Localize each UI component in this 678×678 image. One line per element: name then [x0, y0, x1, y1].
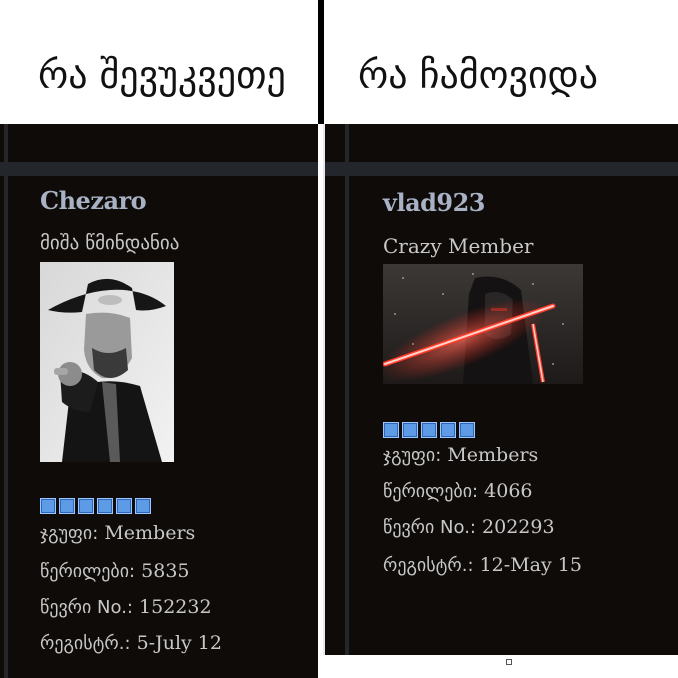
panel-header-bar [325, 162, 678, 176]
right-member-no-row: წევრი No.: 202293 [383, 516, 555, 538]
rank-pip [459, 422, 475, 438]
posts-value: 4066 [484, 480, 533, 502]
rank-pip [402, 422, 418, 438]
biker-portrait-avatar[interactable] [40, 262, 174, 462]
registered-value: 5-July 12 [136, 632, 222, 654]
posts-label: წერილები: [383, 481, 479, 502]
left-rank-pips [40, 498, 151, 514]
member-no-label: წევრი No.: [383, 517, 476, 538]
registered-label: რეგისტრ.: [383, 555, 474, 576]
posts-label: წერილები: [40, 561, 136, 582]
kylo-ren-lightsaber-avatar[interactable] [383, 264, 583, 384]
right-rank-pips [383, 422, 475, 438]
rank-pip [421, 422, 437, 438]
group-value: Members [447, 444, 539, 466]
left-caption: რა შევუკვეთე [38, 53, 286, 97]
left-user-title: მიშა წმინდანია [40, 232, 180, 254]
rank-pip [40, 498, 56, 514]
group-label: ჯგუფი: [40, 523, 99, 544]
panel-border-line [345, 124, 349, 655]
member-no-value: 202293 [482, 516, 555, 538]
rank-pip [59, 498, 75, 514]
member-no-label: წევრი No.: [40, 597, 133, 618]
posts-value: 5835 [141, 560, 190, 582]
right-user-title: Crazy Member [383, 234, 534, 258]
panel-border-line [4, 124, 8, 678]
right-caption-area: რა ჩამოვიდა [324, 0, 678, 124]
left-registered-row: რეგისტრ.: 5-July 12 [40, 632, 222, 654]
left-username[interactable]: Chezaro [40, 186, 147, 215]
right-username[interactable]: vlad923 [383, 188, 486, 217]
right-registered-row: რეგისტრ.: 12-May 15 [383, 554, 582, 576]
member-no-value: 152232 [139, 596, 212, 618]
left-profile-panel: Chezaro მიშა წმინდანია ჯგუფი: Members წე… [0, 124, 318, 678]
left-group-row: ჯგუფი: Members [40, 522, 195, 544]
rank-pip [383, 422, 399, 438]
rank-pip [440, 422, 456, 438]
group-value: Members [104, 522, 196, 544]
right-group-row: ჯგუფი: Members [383, 444, 538, 466]
rank-pip [116, 498, 132, 514]
left-caption-area: რა შევუკვეთე [0, 0, 318, 124]
left-member-no-row: წევრი No.: 152232 [40, 596, 212, 618]
bottom-whitespace [323, 655, 678, 678]
group-label: ჯგუფი: [383, 445, 442, 466]
rank-pip [78, 498, 94, 514]
rank-pip [97, 498, 113, 514]
right-posts-row: წერილები: 4066 [383, 480, 533, 502]
left-posts-row: წერილები: 5835 [40, 560, 190, 582]
right-profile-panel: vlad923 Crazy Member ჯგუფი: Members წერი… [323, 124, 678, 655]
panel-header-bar [0, 162, 318, 176]
registered-value: 12-May 15 [479, 554, 582, 576]
resize-handle[interactable] [506, 659, 512, 665]
right-caption: რა ჩამოვიდა [358, 53, 599, 97]
registered-label: რეგისტრ.: [40, 633, 131, 654]
rank-pip [135, 498, 151, 514]
